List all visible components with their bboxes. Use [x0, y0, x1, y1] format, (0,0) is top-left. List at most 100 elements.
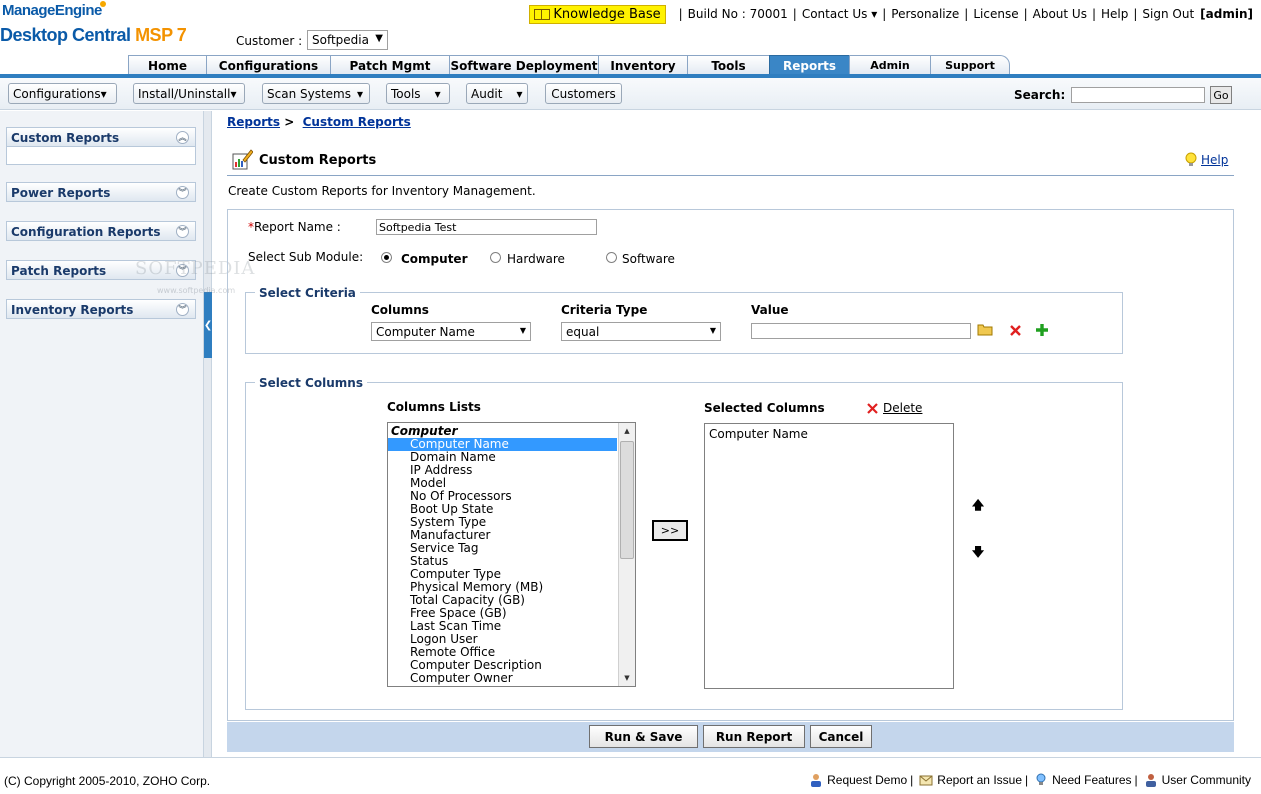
sign-out-link[interactable]: Sign Out [1142, 7, 1194, 21]
criteria-type-select[interactable]: equal ▼ [561, 322, 721, 341]
user-community-link[interactable]: User Community [1162, 773, 1251, 787]
criteria-value-input[interactable] [751, 323, 971, 339]
scrollbar-thumb[interactable] [620, 441, 634, 559]
build-number: Build No : 70001 [687, 7, 788, 21]
selected-columns-head: Selected Columns [704, 401, 825, 415]
listbox-scrollbar[interactable]: ▲ ▼ [618, 423, 635, 686]
configurations-menu-button[interactable]: Configurations ▾ [8, 83, 117, 104]
sidebar: Custom Reports ︽ Power Reports ︾ Configura… [0, 111, 204, 757]
select-columns-fieldset [245, 382, 1123, 710]
license-link[interactable]: License [973, 7, 1018, 21]
help-link[interactable]: Help [1101, 7, 1128, 21]
footer-divider [0, 757, 1261, 758]
request-demo-link[interactable]: Request Demo [827, 773, 907, 787]
current-user: [admin] [1200, 7, 1253, 21]
chevron-down-icon: ▼ [375, 33, 383, 44]
radio-software[interactable] [606, 252, 617, 263]
report-name-label: *Report Name : [248, 220, 341, 234]
community-icon [1145, 774, 1156, 787]
title-divider [227, 175, 1234, 176]
chevron-down-icon: ︾ [176, 303, 189, 316]
move-up-icon[interactable]: 🡅 [969, 498, 987, 514]
top-nav: Knowledge Base | Build No : 70001 | Cont… [529, 4, 1253, 24]
chevron-left-icon: ❮ [203, 319, 213, 331]
caret-down-icon: ▾ [434, 86, 441, 101]
sub-module-label: Select Sub Module: [248, 250, 364, 264]
scroll-down-icon[interactable]: ▼ [619, 670, 635, 686]
chevron-down-icon: ︾ [176, 225, 189, 238]
personalize-link[interactable]: Personalize [891, 7, 959, 21]
remove-criteria-icon[interactable] [1009, 324, 1022, 337]
caret-down-icon: ▾ [516, 86, 523, 101]
envelope-icon [919, 775, 933, 786]
scan-systems-menu-button[interactable]: Scan Systems ▾ [262, 83, 370, 104]
tab-reports[interactable]: Reports [769, 55, 850, 75]
audit-menu-button[interactable]: Audit ▾ [466, 83, 528, 104]
sidebar-splitter [204, 111, 212, 757]
tools-menu-button[interactable]: Tools ▾ [386, 83, 450, 104]
install-uninstall-menu-button[interactable]: Install/Uninstall ▾ [133, 83, 245, 104]
add-column-button[interactable]: >> [652, 520, 688, 541]
need-features-link[interactable]: Need Features [1052, 773, 1131, 787]
tab-configurations[interactable]: Configurations [206, 55, 331, 75]
tab-inventory[interactable]: Inventory [598, 55, 688, 75]
lightbulb-icon [1185, 152, 1197, 166]
tab-home[interactable]: Home [128, 55, 207, 75]
tab-software-deployment[interactable]: Software Deployment [449, 55, 599, 75]
radio-hardware[interactable] [490, 252, 501, 263]
breadcrumb-custom-reports[interactable]: Custom Reports [303, 115, 411, 129]
sidebar-section-power-reports[interactable]: Power Reports ︾ [6, 182, 196, 202]
page-description: Create Custom Reports for Inventory Mana… [228, 184, 536, 198]
sidebar-section-custom-reports[interactable]: Custom Reports ︽ [6, 127, 196, 147]
report-name-input[interactable]: Softpedia Test [376, 219, 597, 235]
search-input[interactable] [1071, 87, 1205, 103]
book-icon [534, 8, 551, 20]
sidebar-section-inventory-reports[interactable]: Inventory Reports ︾ [6, 299, 196, 319]
sidebar-section-configuration-reports[interactable]: Configuration Reports ︾ [6, 221, 196, 241]
caret-down-icon: ▾ [230, 86, 237, 101]
run-report-button[interactable]: Run Report [703, 725, 805, 748]
folder-icon[interactable] [977, 322, 993, 336]
tab-admin[interactable]: Admin [849, 55, 931, 75]
report-issue-link[interactable]: Report an Issue [937, 773, 1022, 787]
delete-column-button[interactable]: Delete [866, 401, 922, 415]
contact-us-link[interactable]: Contact Us ▾ [802, 7, 877, 21]
tab-tools[interactable]: Tools [687, 55, 770, 75]
about-us-link[interactable]: About Us [1033, 7, 1087, 21]
add-criteria-icon[interactable] [1035, 323, 1049, 337]
help-link[interactable]: Help [1184, 152, 1228, 168]
list-item[interactable]: Computer Name [709, 427, 949, 441]
breadcrumb-reports[interactable]: Reports [227, 115, 280, 129]
selected-columns-listbox[interactable]: Computer Name [704, 423, 954, 689]
run-save-button[interactable]: Run & Save [589, 725, 698, 748]
tab-patch-mgmt[interactable]: Patch Mgmt [330, 55, 450, 75]
breadcrumb: Reports > Custom Reports [227, 115, 411, 129]
chevron-up-icon: ︽ [176, 131, 189, 144]
page-title: Custom Reports [259, 153, 377, 168]
criteria-column-select[interactable]: Computer Name ▼ [371, 322, 531, 341]
customer-select[interactable]: Softpedia ▼ [307, 30, 388, 50]
list-item[interactable]: Computer Owner [388, 672, 617, 685]
action-bar: Run & Save Run Report Cancel [227, 722, 1234, 752]
copyright: (C) Copyright 2005-2010, ZOHO Corp. [4, 774, 211, 788]
collapse-sidebar-handle[interactable]: ❮ [204, 292, 212, 358]
knowledge-base-link[interactable]: Knowledge Base [529, 4, 666, 24]
radio-computer-label: Computer [401, 252, 468, 266]
select-criteria-legend: Select Criteria [255, 286, 360, 300]
radio-software-label: Software [622, 252, 675, 266]
move-down-icon[interactable]: 🡇 [969, 545, 987, 561]
tab-support[interactable]: Support [930, 55, 1010, 75]
criteria-type-head: Criteria Type [561, 303, 648, 317]
sub-toolbar: Configurations ▾ Install/Uninstall ▾ Scan … [0, 78, 1261, 110]
radio-computer[interactable] [381, 252, 392, 263]
scroll-up-icon[interactable]: ▲ [619, 423, 635, 439]
chevron-down-icon: ︾ [176, 186, 189, 199]
search-go-button[interactable]: Go [1210, 86, 1232, 104]
brand-logo: Desktop Central MSP 7 [0, 25, 187, 45]
footer-links: Request Demo | Report an Issue | Need Feat… [809, 773, 1251, 787]
search-label: Search: [1014, 88, 1066, 102]
customers-button[interactable]: Customers [545, 83, 622, 104]
columns-listbox[interactable]: Computer Computer Name Domain Name IP Ad… [387, 422, 636, 687]
cancel-button[interactable]: Cancel [810, 725, 872, 748]
report-edit-icon [232, 149, 253, 170]
